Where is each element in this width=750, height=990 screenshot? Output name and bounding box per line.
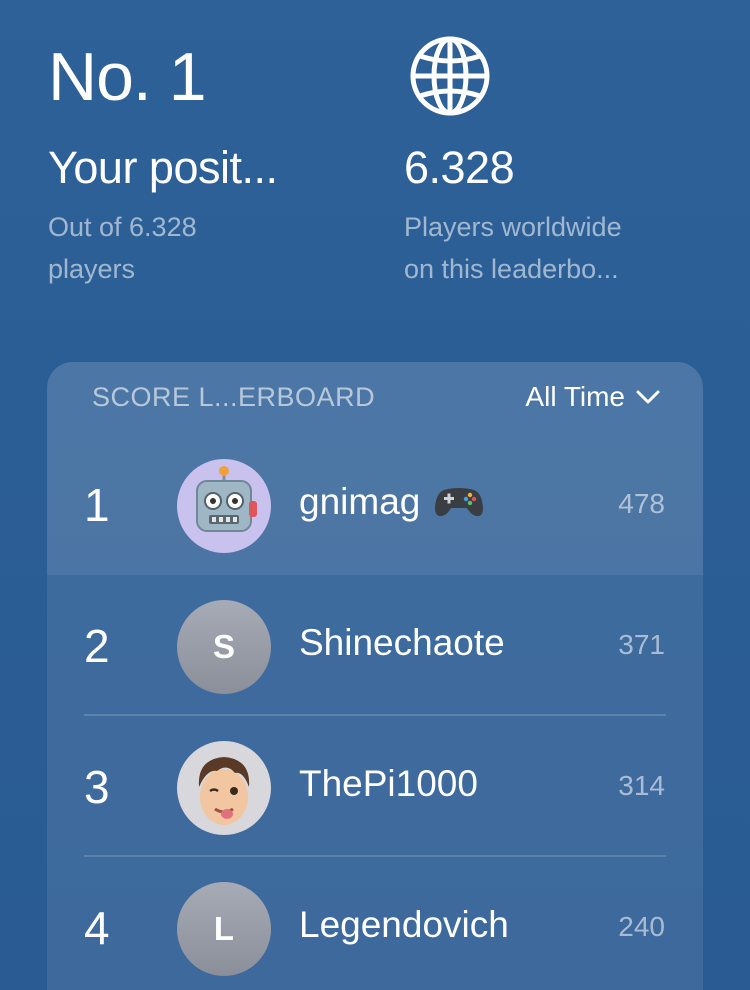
row-score: 314: [618, 770, 665, 801]
row-score: 240: [618, 911, 665, 942]
gamepad-icon: [435, 488, 484, 517]
leaderboard-card: SCORE L...ERBOARD All Time 1 gnimag 478 …: [47, 362, 703, 990]
memoji-avatar: [177, 741, 271, 835]
globe-icon: [410, 36, 490, 116]
leaderboard-header: SCORE L...ERBOARD All Time: [47, 362, 703, 434]
chevron-down-icon: [636, 390, 660, 404]
row-rank: 3: [84, 761, 110, 813]
row-score: 478: [618, 488, 665, 519]
row-rank: 1: [84, 479, 110, 531]
player-count: 6.328: [404, 142, 515, 193]
leaderboard-row[interactable]: 2 S Shinechaote 371: [47, 575, 703, 716]
position-title: Your posit...: [48, 142, 278, 193]
row-name: Legendovich: [299, 904, 509, 945]
row-rank: 4: [84, 902, 110, 954]
leaderboard-row[interactable]: 4 L Legendovich 240: [47, 857, 703, 990]
robot-avatar: [177, 459, 271, 553]
row-rank: 2: [84, 620, 110, 672]
row-score: 371: [618, 629, 665, 660]
worldwide-subtitle: Players worldwide on this leaderbo...: [404, 212, 622, 284]
position-subtitle: Out of 6.328 players: [48, 212, 197, 284]
leaderboard-row[interactable]: 1 gnimag 478: [47, 434, 703, 575]
leaderboard-title: SCORE L...ERBOARD: [92, 382, 376, 412]
time-filter-label: All Time: [525, 381, 625, 412]
rank-value: No. 1: [48, 39, 207, 115]
row-name: Shinechaote: [299, 622, 505, 663]
row-name: ThePi1000: [299, 763, 478, 804]
time-filter-dropdown[interactable]: All Time: [525, 381, 661, 413]
row-name: gnimag: [299, 481, 484, 523]
leaderboard-row[interactable]: 3 ThePi1000 314: [47, 716, 703, 857]
letter-avatar: S: [177, 600, 271, 694]
letter-avatar: L: [177, 882, 271, 976]
